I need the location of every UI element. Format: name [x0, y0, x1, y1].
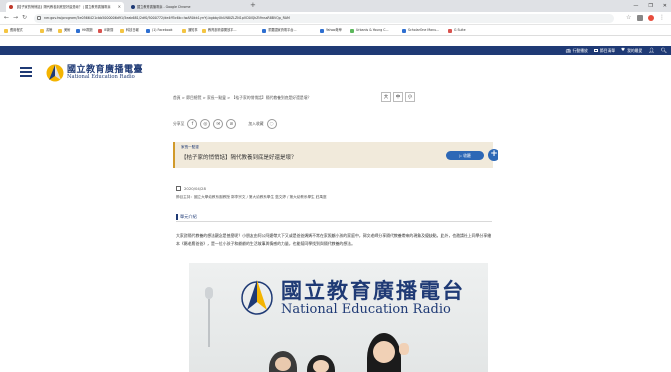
intro-paragraph: 大家對隔代教養的想法觀念是甚麼呢？小朋友由阿公阿嬤帶大下又或是爸爸媽媽不常在家照… — [176, 233, 492, 246]
browser-tab[interactable]: 國立教育廣播電臺 - Google Chrome — [128, 2, 246, 12]
link-share-icon[interactable]: ⊘ — [226, 119, 237, 129]
tab-bar: 【桔子家的悄悄話】隔代教養到底是好還是壞？ | 國立教育廣播電臺 ✕ 國立教育廣… — [0, 0, 671, 12]
line-share-icon[interactable]: ◎ — [200, 119, 211, 129]
browser-menu-icon[interactable]: ⋮ — [659, 15, 665, 21]
program-list-link[interactable]: 節目清單 — [593, 48, 615, 54]
tab-label: 【桔子家的悄悄話】隔代教養到底是好還是壞？ | 國立教育廣播電臺 — [15, 5, 111, 9]
url-text: ner.gov.tw/program/5e0566421cbb5000006d9… — [44, 16, 290, 20]
extension-icon[interactable] — [637, 15, 643, 21]
episode-hosts: 節目主持：國立大學幼教系副教授 郭李宗文 / 第大幼教系學生 藍文婷 / 第大幼… — [176, 195, 327, 199]
facebook-share-icon[interactable]: f — [187, 119, 198, 129]
bookmark-item[interactable]: 美術 — [58, 27, 70, 34]
radio-icon: 📻︎ — [565, 48, 571, 53]
site-header: 國立教育廣播電臺 National Education Radio — [0, 55, 671, 89]
studio-photo: 國立教育廣播電台 National Education Radio — [189, 263, 488, 372]
list-icon — [593, 49, 598, 52]
back-arrow-icon[interactable]: ← — [4, 14, 9, 21]
bookmark-item[interactable]: ScholarOne Manu... — [402, 27, 439, 34]
right-margin — [498, 89, 671, 372]
site-top-bar: 📻︎ 行動播放 節目清單 ♥ 我的最愛 👤︎ 🔍︎ — [0, 46, 671, 55]
reload-icon[interactable]: ↻ — [22, 14, 27, 21]
forward-arrow-icon[interactable]: → — [13, 14, 18, 21]
bookmark-item[interactable]: 應用程式 — [4, 27, 23, 34]
breadcrumb: 首頁 > 節目總覽 > 家長一點靈 > 【桔子家的悄悄話】隔代教養到底是好還是壞… — [173, 95, 312, 100]
episode-title: 【桔子家的悄悄話】隔代教養到底是好還是壞？ — [181, 155, 297, 161]
bookmark-item[interactable]: IE新聞 — [98, 27, 113, 34]
address-toolbar: ← → ↻ ner.gov.tw/program/5e0566421cbb500… — [0, 12, 671, 25]
site-logo[interactable]: 國立教育廣播電臺 National Education Radio — [46, 61, 156, 85]
lock-icon — [37, 16, 41, 20]
font-size-medium-button[interactable]: 中 — [393, 92, 403, 102]
hamburger-menu-icon[interactable] — [20, 67, 32, 77]
bookmark-item[interactable]: HK開放 — [76, 27, 93, 34]
episode-date: 2020/04/28 — [176, 186, 206, 191]
logo-english-name: National Education Radio — [67, 74, 135, 80]
browser-tab-active[interactable]: 【桔子家的悄悄話】隔代教養到底是好還是壞？ | 國立教育廣播電臺 ✕ — [6, 2, 124, 12]
section-title: 單元介紹 — [176, 213, 492, 222]
episode-card: 家長一點靈 【桔子家的悄悄話】隔代教養到底是好還是壞？ ▷ 收聽 + — [173, 142, 500, 168]
share-label: 分享至 — [173, 121, 185, 126]
left-margin — [0, 89, 155, 372]
close-window-button[interactable]: ✕ — [663, 3, 667, 9]
url-input[interactable]: ner.gov.tw/program/5e0566421cbb5000006d9… — [34, 14, 614, 23]
bookmark-item[interactable]: 書籤 — [40, 27, 52, 34]
font-size-large-button[interactable]: 大 — [381, 92, 391, 102]
heart-icon: ♥ — [621, 48, 626, 53]
close-tab-icon[interactable]: ✕ — [118, 2, 121, 12]
studio-sign-chinese: 國立教育廣播電台 — [281, 278, 465, 303]
hand-gesture-image — [399, 343, 409, 355]
email-share-icon[interactable]: ✉ — [213, 119, 224, 129]
bookmark-item[interactable]: 教育部資源開放平... — [202, 27, 237, 34]
bookmark-star-icon[interactable]: ☆ — [626, 15, 632, 21]
bookmark-item[interactable]: 重要國家資電平台... — [262, 27, 297, 34]
favorite-label: 加入收藏 — [248, 121, 264, 126]
search-icon[interactable]: 🔍︎ — [661, 48, 667, 54]
window-controls: — ❐ ✕ — [633, 0, 667, 12]
bookmark-item[interactable]: 通知事 — [182, 27, 198, 34]
listen-button[interactable]: ▷ 收聽 — [446, 151, 484, 160]
tab-label: 國立教育廣播電臺 - Google Chrome — [137, 5, 191, 9]
share-row: 分享至 f ◎ ✉ ⊘ 加入收藏 ◌ — [173, 119, 277, 129]
toolbar-icons: ☆ ⋮ — [626, 15, 665, 21]
font-size-controls: 大 中 小 — [381, 92, 415, 102]
program-name[interactable]: 家長一點靈 — [181, 145, 199, 150]
new-tab-button[interactable]: + — [250, 1, 256, 9]
bookmark-item[interactable]: (1) Facebook — [146, 27, 173, 34]
ner-logo-icon — [241, 280, 273, 315]
microphone-image — [205, 287, 213, 347]
bookmark-item[interactable]: Urbanis & Young C... — [350, 27, 389, 34]
bookmark-item[interactable]: Yahoo奇摩 — [320, 27, 342, 34]
calendar-icon — [176, 186, 181, 191]
site-top-nav: 📻︎ 行動播放 節目清單 ♥ 我的最愛 👤︎ 🔍︎ — [566, 46, 667, 55]
profile-avatar-icon[interactable] — [648, 15, 654, 21]
maximize-button[interactable]: ❐ — [648, 3, 652, 9]
bookmark-item[interactable]: 科技日報 — [120, 27, 139, 34]
favorite-add-icon[interactable]: ◌ — [266, 119, 277, 129]
browser-window: 【桔子家的悄悄話】隔代教養到底是好還是壞？ | 國立教育廣播電臺 ✕ 國立教育廣… — [0, 0, 671, 372]
ner-logo-icon — [46, 64, 64, 82]
mobile-play-link[interactable]: 📻︎ 行動播放 — [566, 48, 588, 54]
bookmarks-bar: 應用程式 書籤 美術 HK開放 IE新聞 科技日報 (1) Facebook 通… — [0, 25, 671, 36]
font-size-small-button[interactable]: 小 — [405, 92, 415, 102]
site-favicon-icon — [9, 5, 13, 9]
site-favicon-icon — [131, 5, 135, 9]
user-icon[interactable]: 👤︎ — [648, 48, 654, 54]
studio-sign-english: National Education Radio — [281, 302, 451, 317]
favorites-link[interactable]: ♥ 我的最愛 — [621, 48, 642, 54]
bookmark-item[interactable]: G Suite — [448, 27, 466, 34]
date-text: 2020/04/28 — [184, 186, 206, 191]
minimize-button[interactable]: — — [633, 3, 638, 9]
